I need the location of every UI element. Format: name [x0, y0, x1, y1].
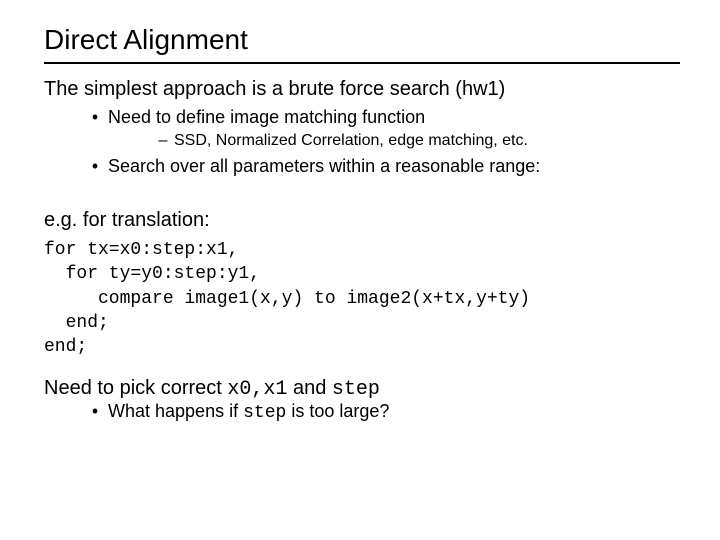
closing-mono-1: x0,x1	[227, 378, 287, 401]
bullet-text: Need to define image matching function	[108, 107, 425, 128]
closing-bullet-post: is too large?	[286, 401, 389, 421]
closing-line: Need to pick correct x0,x1 and step	[44, 377, 680, 401]
bullet-list-l1: Need to define image matching function	[82, 107, 680, 128]
subbullet-item-1: SSD, Normalized Correlation, edge matchi…	[152, 132, 680, 150]
closing-bullet-mono: step	[243, 403, 286, 423]
slide-title: Direct Alignment	[44, 24, 680, 56]
bullet-item-1: Need to define image matching function	[82, 107, 680, 128]
bullet-list-l1: Search over all parameters within a reas…	[82, 156, 680, 177]
closing-mid: and	[287, 377, 331, 399]
closing-bullet-content: What happens if step is too large?	[108, 401, 389, 423]
intro-text: The simplest approach is a brute force s…	[44, 78, 680, 101]
closing-pre: Need to pick correct	[44, 377, 227, 399]
slide: Direct Alignment The simplest approach i…	[0, 0, 720, 451]
subbullet-text: SSD, Normalized Correlation, edge matchi…	[174, 132, 528, 150]
closing-mono-2: step	[332, 378, 380, 401]
code-block: for tx=x0:step:x1, for ty=y0:step:y1, co…	[44, 238, 680, 359]
bullet-list-l2: SSD, Normalized Correlation, edge matchi…	[152, 132, 680, 150]
closing-bullet-item: What happens if step is too large?	[82, 401, 680, 423]
example-label: e.g. for translation:	[44, 209, 680, 232]
closing-bullet-list: What happens if step is too large?	[82, 401, 680, 423]
closing-bullet-pre: What happens if	[108, 401, 243, 421]
title-rule	[44, 62, 680, 64]
bullet-text: Search over all parameters within a reas…	[108, 156, 540, 177]
bullet-item-2: Search over all parameters within a reas…	[82, 156, 680, 177]
